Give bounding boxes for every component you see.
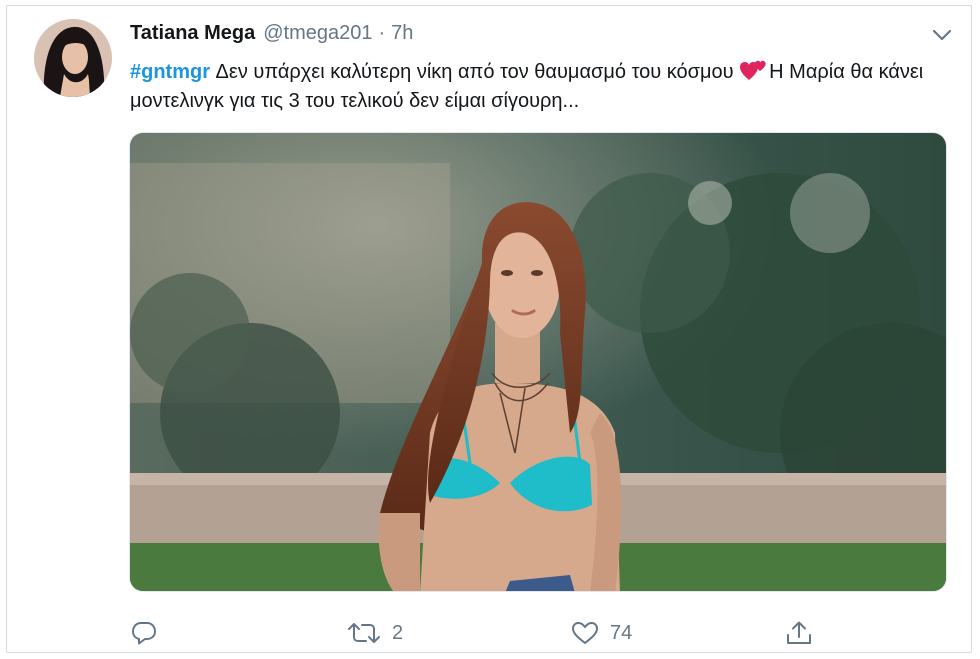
separator-dot: · <box>378 22 386 44</box>
tweet-text-part1: Δεν υπάρχει καλύτερη νίκη από τον θαυμασ… <box>210 61 740 83</box>
avatar-image <box>34 19 112 97</box>
share-button[interactable] <box>785 618 823 648</box>
photo-image <box>130 133 946 591</box>
retweet-icon <box>348 623 380 643</box>
tweet-actions: 2 74 <box>130 618 830 648</box>
tweet-header: Tatiana Mega @tmega201 · 7h <box>130 22 413 48</box>
tweet[interactable]: Tatiana Mega @tmega201 · 7h #gntmgr Δεν … <box>7 6 971 652</box>
tweet-text: #gntmgr Δεν υπάρχει καλύτερη νίκη από το… <box>130 58 950 116</box>
like-count: 74 <box>610 621 633 644</box>
timestamp[interactable]: 7h <box>391 22 413 45</box>
heart-icon <box>572 622 598 644</box>
avatar[interactable] <box>34 19 112 97</box>
tweet-card: Tatiana Mega @tmega201 · 7h #gntmgr Δεν … <box>6 5 972 653</box>
reply-button[interactable] <box>130 618 168 648</box>
like-button[interactable]: 74 <box>570 618 632 648</box>
share-icon <box>787 621 811 644</box>
chevron-down-icon[interactable] <box>931 28 953 42</box>
two-hearts-icon <box>739 59 769 81</box>
user-handle[interactable]: @tmega201 <box>263 22 372 45</box>
hashtag-link[interactable]: #gntmgr <box>130 61 210 83</box>
retweet-count: 2 <box>392 621 404 644</box>
display-name[interactable]: Tatiana Mega <box>130 22 255 45</box>
tweet-photo[interactable] <box>129 132 947 592</box>
reply-icon <box>132 622 156 645</box>
retweet-button[interactable]: 2 <box>346 618 403 648</box>
